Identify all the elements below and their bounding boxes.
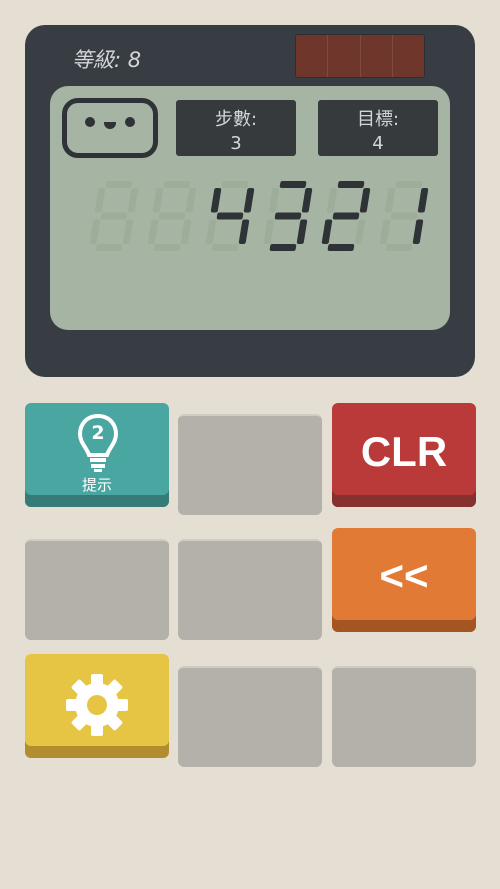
lcd-segment [390,212,418,220]
lcd-screen: 步數: 3 目標: 4 [50,86,450,330]
calculator-face-icon [62,98,158,158]
lcd-digit [379,181,429,251]
lcd-digit [321,181,371,251]
clear-button[interactable]: CLR [332,403,476,507]
lcd-segment [269,244,297,251]
lcd-segment [412,219,424,244]
lcd-segment [185,188,197,213]
lcd-digit [263,181,313,251]
empty-key-5[interactable] [332,666,476,767]
lcd-segment [221,181,249,188]
lcd-segment [122,219,134,244]
lcd-segment [274,212,302,220]
lcd-segment [279,181,307,188]
lcd-segment [326,188,338,213]
hint-button[interactable]: 2 提示 [25,403,169,507]
goal-label: 目標: [356,109,400,130]
lcd-segment [153,244,181,251]
settings-button[interactable] [25,654,169,758]
lcd-segment [210,188,222,213]
lcd-segment [268,188,280,213]
lcd-segment [105,181,133,188]
lcd-segment [216,212,244,220]
level-indicator: 等級: 8 [72,48,142,72]
lcd-digit-display [89,181,429,251]
lcd-segment [211,244,239,251]
lcd-segment [359,188,371,213]
clear-label: CLR [360,428,448,475]
lcd-segment [95,244,123,251]
moves-box: 步數: 3 [176,100,296,156]
lcd-segment [385,244,413,251]
lcd-segment [301,188,313,213]
lcd-segment [243,188,255,213]
lcd-segment [332,212,360,220]
lcd-segment [395,181,423,188]
back-button[interactable]: << [332,528,476,632]
empty-key-4[interactable] [178,666,322,767]
goal-box: 目標: 4 [318,100,438,156]
lcd-segment [417,188,429,213]
lcd-digit-blank [147,181,197,251]
lcd-segment [321,219,333,244]
empty-key-1[interactable] [178,414,322,515]
lcd-segment [379,219,391,244]
lcd-segment [94,188,106,213]
lcd-digit [205,181,255,251]
lcd-segment [238,219,250,244]
moves-label: 步數: [214,109,258,130]
calculator-device: 等級: 8 步數: 3 目標: 4 [25,25,475,377]
lcd-segment [158,212,186,220]
lcd-segment [163,181,191,188]
lcd-segment [327,244,355,251]
lcd-segment [89,219,101,244]
lcd-segment [152,188,164,213]
empty-key-2[interactable] [25,539,169,640]
lcd-segment [147,219,159,244]
lcd-segment [384,188,396,213]
back-label: << [379,552,429,599]
lcd-segment [263,219,275,244]
lcd-segment [354,219,366,244]
hint-label: 提示 [81,476,112,494]
moves-value: 3 [230,133,242,154]
lcd-digit-blank [89,181,139,251]
lcd-segment [180,219,192,244]
lcd-segment [205,219,217,244]
empty-key-3[interactable] [178,539,322,640]
hint-count: 2 [91,422,105,444]
lcd-segment [100,212,128,220]
gear-icon [66,674,128,736]
goal-value: 4 [372,133,384,154]
lcd-segment [337,181,365,188]
lcd-segment [296,219,308,244]
solar-panel [295,34,425,78]
lcd-segment [127,188,139,213]
